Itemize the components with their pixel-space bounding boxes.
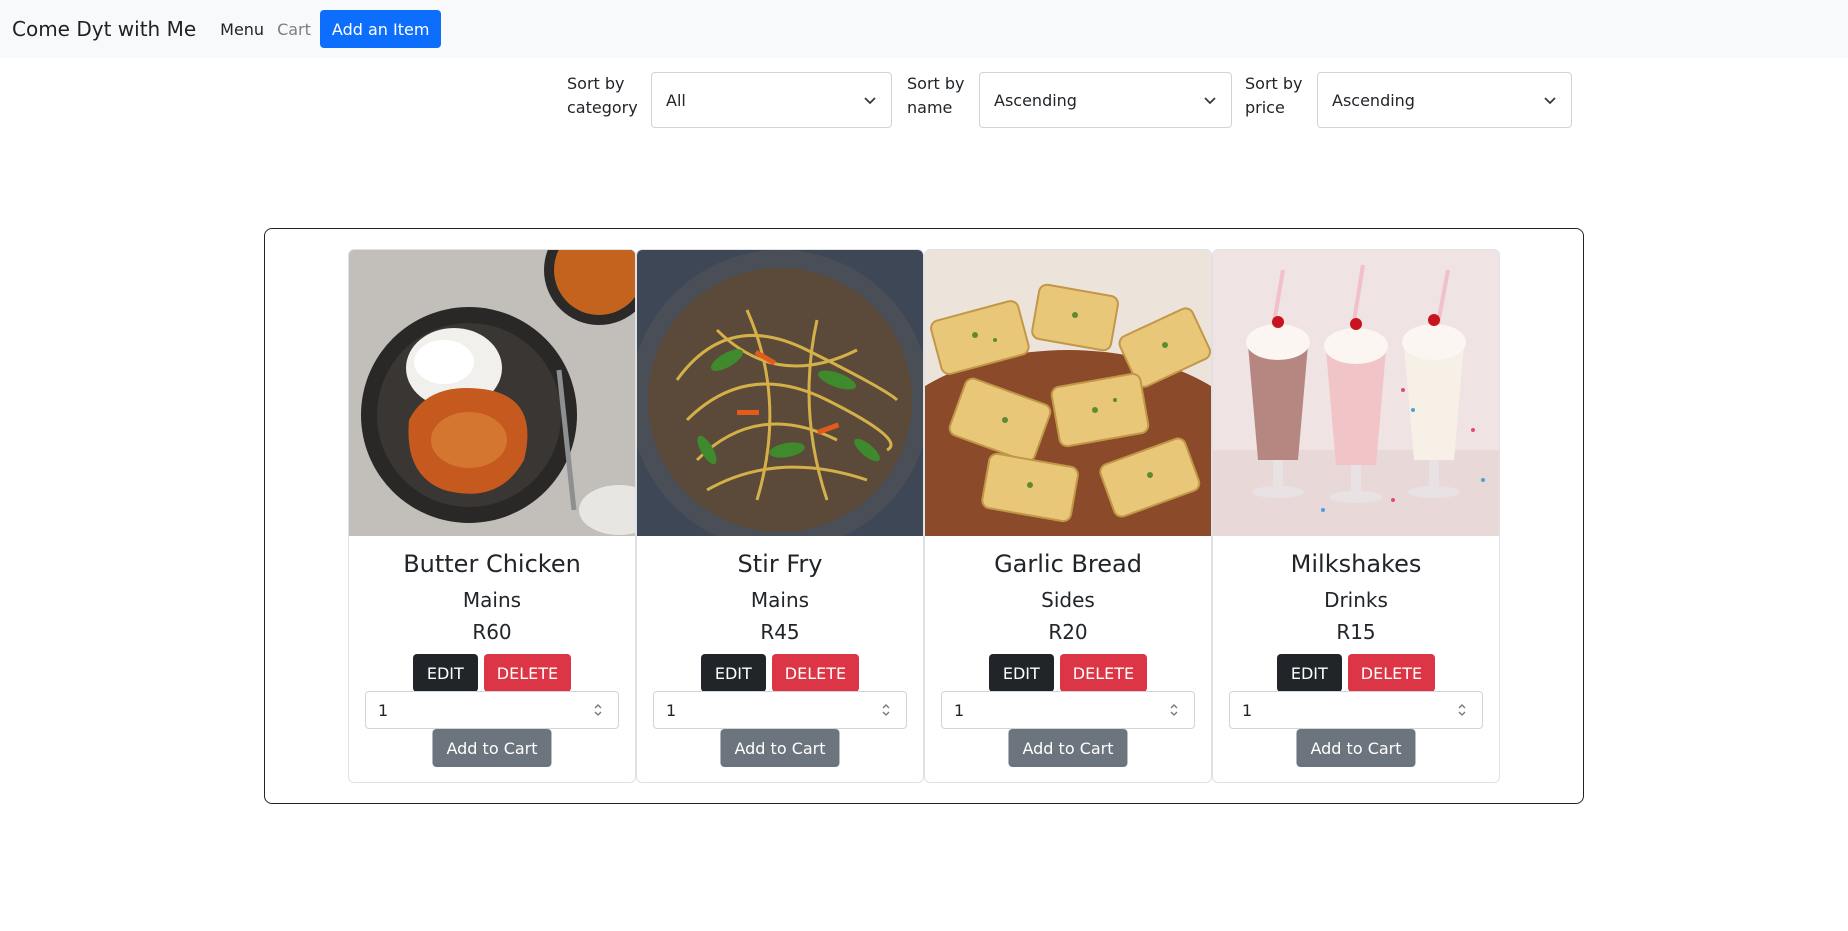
item-price: R60	[472, 620, 512, 644]
brand-title[interactable]: Come Dyt with Me	[12, 17, 196, 41]
nav-menu-link[interactable]: Menu	[220, 20, 264, 39]
sort-name-select[interactable]: Ascending	[979, 72, 1232, 128]
item-price: R45	[760, 620, 800, 644]
item-name: Garlic Bread	[994, 550, 1142, 578]
quantity-input[interactable]: 1	[1229, 691, 1483, 729]
item-price: R15	[1336, 620, 1376, 644]
quantity-value: 1	[954, 700, 965, 720]
item-category: Mains	[462, 588, 522, 612]
quantity-value: 1	[378, 700, 389, 720]
add-to-cart-button[interactable]: Add to Cart	[1296, 729, 1416, 767]
sort-price-select[interactable]: Ascending	[1317, 72, 1572, 128]
item-actions: EDIT DELETE	[637, 654, 923, 692]
spinner-icon[interactable]	[1168, 702, 1180, 718]
quantity-input[interactable]: 1	[365, 691, 619, 729]
chevron-down-icon	[1544, 97, 1556, 105]
item-category: Sides	[1041, 588, 1095, 612]
sort-price-label: Sort by price	[1245, 74, 1303, 117]
butter-chicken-image	[349, 250, 635, 536]
sort-category-select[interactable]: All	[651, 72, 892, 128]
add-to-cart-button[interactable]: Add to Cart	[432, 729, 552, 767]
quantity-input[interactable]: 1	[941, 691, 1195, 729]
sort-category-value: All	[666, 90, 686, 110]
spinner-icon[interactable]	[592, 702, 604, 718]
sort-category-label: Sort by category	[567, 74, 638, 117]
menu-items-container: Butter Chicken Mains R60 EDIT DELETE 1 A…	[264, 228, 1584, 804]
add-item-button[interactable]: Add an Item	[319, 10, 442, 48]
item-category: Drinks	[1324, 588, 1388, 612]
item-name: Butter Chicken	[403, 550, 581, 578]
item-category: Mains	[750, 588, 810, 612]
stir-fry-image	[637, 250, 923, 536]
menu-item-card: Milkshakes Drinks R15 EDIT DELETE 1 Add …	[1212, 249, 1500, 783]
chevron-down-icon	[1204, 97, 1216, 105]
navbar: Come Dyt with Me Menu Cart Add an Item	[0, 0, 1848, 58]
delete-button[interactable]: DELETE	[771, 654, 860, 692]
add-to-cart-button[interactable]: Add to Cart	[720, 729, 840, 767]
item-name: Milkshakes	[1290, 550, 1422, 578]
chevron-down-icon	[864, 97, 876, 105]
quantity-value: 1	[666, 700, 677, 720]
quantity-value: 1	[1242, 700, 1253, 720]
edit-button[interactable]: EDIT	[988, 654, 1054, 692]
menu-item-card: Stir Fry Mains R45 EDIT DELETE 1 Add to …	[636, 249, 924, 783]
sort-name-value: Ascending	[994, 90, 1077, 110]
item-actions: EDIT DELETE	[349, 654, 635, 692]
edit-button[interactable]: EDIT	[412, 654, 478, 692]
sort-price-value: Ascending	[1332, 90, 1415, 110]
spinner-icon[interactable]	[1456, 702, 1468, 718]
spinner-icon[interactable]	[880, 702, 892, 718]
quantity-input[interactable]: 1	[653, 691, 907, 729]
delete-button[interactable]: DELETE	[1059, 654, 1148, 692]
delete-button[interactable]: DELETE	[1347, 654, 1436, 692]
item-name: Stir Fry	[737, 550, 823, 578]
edit-button[interactable]: EDIT	[700, 654, 766, 692]
menu-item-card: Garlic Bread Sides R20 EDIT DELETE 1 Add…	[924, 249, 1212, 783]
item-price: R20	[1048, 620, 1088, 644]
delete-button[interactable]: DELETE	[483, 654, 572, 692]
sort-name-label: Sort by name	[907, 74, 965, 117]
item-actions: EDIT DELETE	[1213, 654, 1499, 692]
sort-bar: Sort by category All Sort by name Ascend…	[0, 72, 1848, 130]
item-actions: EDIT DELETE	[925, 654, 1211, 692]
garlic-bread-image	[925, 250, 1211, 536]
edit-button[interactable]: EDIT	[1276, 654, 1342, 692]
add-to-cart-button[interactable]: Add to Cart	[1008, 729, 1128, 767]
nav-cart-link[interactable]: Cart	[277, 20, 311, 39]
milkshakes-image	[1213, 250, 1499, 536]
menu-item-card: Butter Chicken Mains R60 EDIT DELETE 1 A…	[348, 249, 636, 783]
